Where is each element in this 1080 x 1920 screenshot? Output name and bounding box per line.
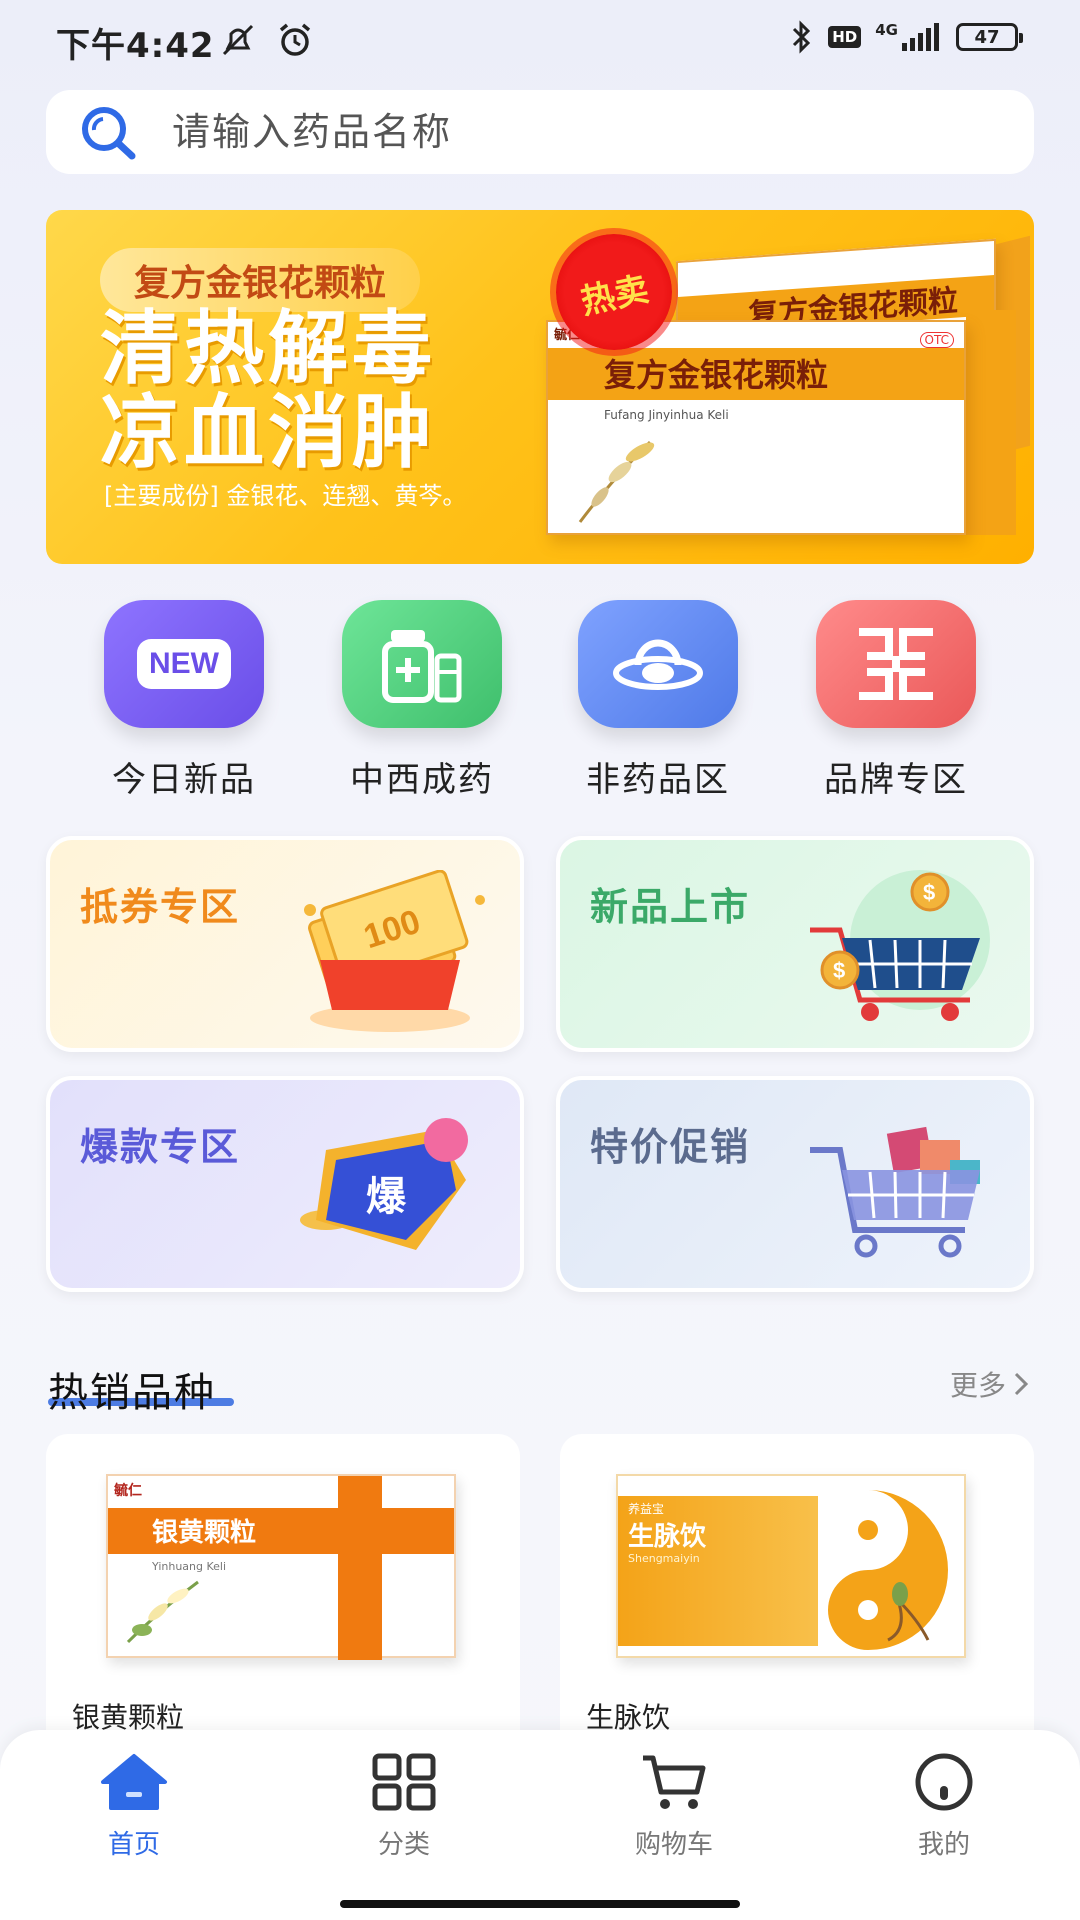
medicine-bottle-icon [382, 630, 462, 703]
ufo-shape-icon [613, 639, 703, 690]
nav-label: 首页 [107, 1830, 160, 1860]
product-box-brand: 毓仁 [114, 1483, 142, 1499]
product-image: 毓仁 银黄颗粒 Yinhuang Keli [106, 1474, 456, 1660]
product-box-pinyin: Shengmaiyin [628, 1552, 700, 1565]
nav-label: 分类 [377, 1830, 430, 1860]
ufo-icon[interactable] [578, 600, 738, 728]
product-box-title: 生脉饮 [628, 1522, 707, 1552]
chevron-right-icon [1014, 1372, 1029, 1396]
promo-title: 特价促销 [590, 1125, 751, 1169]
flower-illustration-icon [578, 440, 655, 523]
banner-headline-line-1: 清热解毒 [100, 301, 436, 395]
shopping-cart-icon: $ $ [810, 870, 990, 1021]
status-bar: 下午4:42 HD 4G 47 [0, 0, 1080, 82]
bluetooth-icon [793, 20, 811, 54]
box-product-pinyin: Fufang Jinyinhua Keli [604, 408, 729, 422]
profile-icon [915, 1753, 973, 1811]
hot-sale-icon: 爆 [300, 1118, 468, 1250]
promo-coupon-zone[interactable]: 抵券专区 100 [46, 836, 524, 1052]
category-icon [372, 1753, 436, 1811]
promo-title: 抵券专区 [80, 885, 241, 929]
battery-indicator: 47 [956, 23, 1023, 51]
promo-banner[interactable]: 复方金银花颗粒 清热解毒 凉血消肿 [主要成份] 金银花、连翘、黄芩。 复方金银… [46, 210, 1034, 564]
product-card[interactable]: 毓仁 银黄颗粒 Yinhuang Keli 银黄颗粒 [46, 1434, 520, 1754]
status-time: 下午4:42 [56, 26, 215, 66]
more-link[interactable]: 更多 [950, 1364, 1030, 1404]
box-product-name: 复方金银花颗粒 [604, 356, 829, 394]
shortcut-new-products[interactable]: NEW 今日新品 [84, 600, 284, 801]
shortcut-medicine[interactable]: 中西成药 [322, 600, 522, 801]
svg-text:$: $ [833, 958, 845, 983]
shortcut-label: 今日新品 [112, 760, 256, 800]
shortcut-brand[interactable]: 品牌专区 [796, 600, 996, 801]
promo-special-offers[interactable]: 特价促销 [556, 1076, 1034, 1292]
promo-title: 新品上市 [590, 885, 751, 929]
new-icon-text: NEW [137, 639, 231, 689]
cart-icon [643, 1755, 706, 1809]
shortcut-non-drug[interactable]: 非药品区 [558, 600, 758, 801]
home-icon [101, 1754, 167, 1810]
honeysuckle-illustration-icon [126, 1580, 199, 1644]
nav-home[interactable]: 首页 [34, 1752, 234, 1861]
coupon-icon: 100 [304, 870, 485, 1032]
shortcut-row: NEW 今日新品 中西成药 非药品区 品牌专区 [0, 600, 1080, 800]
brand-icon[interactable] [816, 600, 976, 728]
product-box-title: 银黄颗粒 [152, 1518, 257, 1548]
nav-category[interactable]: 分类 [304, 1752, 504, 1861]
signal-indicator: 4G [875, 23, 942, 51]
product-box-brand: 养益宝 [628, 1502, 665, 1516]
shortcut-label: 非药品区 [586, 760, 730, 800]
banner-headline: 清热解毒 凉血消肿 [100, 306, 436, 474]
banner-headline-line-2: 凉血消肿 [100, 385, 436, 479]
promo-new-arrivals[interactable]: 新品上市 $ $ [556, 836, 1034, 1052]
shortcut-label: 品牌专区 [824, 760, 968, 800]
alarm-icon [279, 23, 311, 56]
nav-profile[interactable]: 我的 [844, 1752, 1044, 1861]
new-icon[interactable]: NEW [104, 600, 264, 728]
search-icon[interactable] [76, 102, 142, 162]
hot-sale-text: 爆 [366, 1174, 407, 1220]
more-label: 更多 [949, 1369, 1006, 1402]
bottom-navigation: 首页 分类 购物车 我的 [0, 1730, 1080, 1920]
home-indicator [340, 1900, 740, 1908]
box-side [966, 310, 1016, 535]
brand-pattern-icon [859, 628, 933, 700]
shortcut-label: 中西成药 [350, 760, 494, 800]
signal-bars-icon [902, 23, 939, 51]
yin-yang-illustration-icon [828, 1490, 948, 1650]
promo-title: 爆款专区 [80, 1125, 241, 1169]
product-box-image: 复方金银花颗粒 Fufang Jinyinhua Keli OTC 毓仁 [546, 320, 966, 535]
banner-ingredients: [主要成份] 金银花、连翘、黄芩。 [104, 482, 467, 510]
shopping-cart-icon [810, 1126, 980, 1258]
hd-badge: HD [828, 26, 862, 48]
section-title: 热销品种 [48, 1370, 216, 1416]
product-image: 养益宝 生脉饮 Shengmaiyin [616, 1474, 966, 1658]
mute-notification-icon [222, 24, 254, 56]
search-bar[interactable] [46, 90, 1034, 174]
medicine-icon[interactable] [342, 600, 502, 728]
product-card[interactable]: 养益宝 生脉饮 Shengmaiyin 生脉饮 [560, 1434, 1034, 1754]
otc-label: OTC [919, 332, 954, 348]
promo-hot-items[interactable]: 爆款专区 爆 [46, 1076, 524, 1292]
network-type: 4G [875, 21, 898, 39]
nav-cart[interactable]: 购物车 [574, 1752, 774, 1861]
nav-label: 购物车 [634, 1830, 713, 1860]
nav-label: 我的 [917, 1830, 970, 1860]
search-input[interactable] [172, 110, 992, 154]
svg-text:$: $ [923, 880, 935, 905]
